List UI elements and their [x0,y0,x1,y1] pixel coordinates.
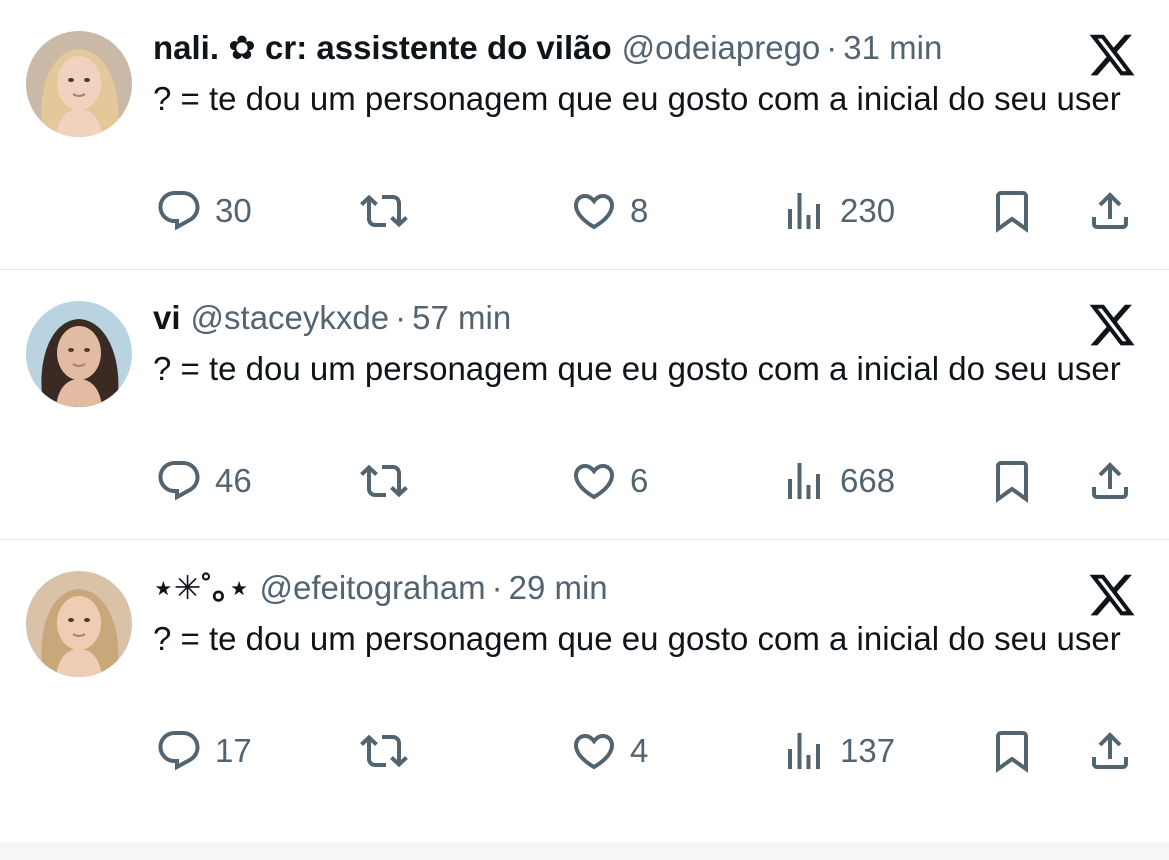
tweet[interactable]: nali. ✿ cr: assistente do vilão @odeiapre… [0,0,1169,270]
tweet-text: ? = te dou um personagem que eu gosto co… [153,620,1121,657]
reply-button[interactable]: 17 [155,726,252,776]
views-button[interactable]: 230 [780,186,895,236]
reply-icon [158,731,200,771]
reply-count: 30 [215,192,252,229]
separator-dot: · [395,299,407,336]
reply-icon [158,461,200,501]
views-count: 230 [840,192,896,229]
separator-dot: · [491,569,503,606]
display-name[interactable]: ⋆✳︎˚｡⋆ [153,569,249,606]
bookmark-icon [996,191,1028,233]
timestamp[interactable]: 57 min [412,299,511,336]
bookmark-button[interactable] [988,456,1036,506]
tweet-header: ⋆✳︎˚｡⋆ @efeitograham · 29 min [153,566,608,610]
heart-icon [573,194,615,230]
reply-button[interactable]: 46 [155,456,252,506]
x-logo-icon [1089,34,1135,76]
reply-count: 46 [215,462,252,499]
like-button[interactable]: 4 [570,726,648,776]
retweet-button[interactable] [360,186,408,236]
tweet[interactable]: vi @staceykxde · 57 min ? = te dou um perso… [0,270,1169,540]
tweet-header: vi @staceykxde · 57 min [153,296,511,340]
bookmark-button[interactable] [988,186,1036,236]
user-handle[interactable]: @efeitograham [259,569,485,606]
tweet[interactable]: ⋆✳︎˚｡⋆ @efeitograham · 29 min ? = te dou um… [0,540,1169,810]
tweet-text: ? = te dou um personagem que eu gosto co… [153,350,1121,387]
bookmark-button[interactable] [988,726,1036,776]
bookmark-icon [996,461,1028,503]
avatar[interactable] [26,31,132,137]
separator-dot: · [826,29,838,66]
views-icon [788,193,820,229]
views-button[interactable]: 668 [780,456,895,506]
retweet-button[interactable] [360,726,408,776]
display-name[interactable]: nali. ✿ cr: assistente do vilão [153,29,612,66]
retweet-icon [360,464,408,498]
share-icon [1092,462,1128,499]
like-count: 4 [630,732,649,769]
views-count: 137 [840,732,896,769]
display-name[interactable]: vi [153,299,181,336]
share-button[interactable] [1086,726,1134,776]
retweet-icon [360,734,408,768]
tweet-actions: 30 8 230 [0,186,1169,236]
bookmark-icon [996,731,1028,773]
like-count: 8 [630,192,649,229]
x-logo-icon [1089,304,1135,346]
views-icon [788,463,820,499]
reply-count: 17 [215,732,252,769]
retweet-button[interactable] [360,456,408,506]
like-button[interactable]: 8 [570,186,648,236]
share-icon [1092,192,1128,229]
avatar-image [26,571,132,677]
timestamp[interactable]: 31 min [843,29,942,66]
tweet-actions: 17 4 137 [0,726,1169,776]
reply-button[interactable]: 30 [155,186,252,236]
avatar[interactable] [26,571,132,677]
user-handle[interactable]: @staceykxde [191,299,390,336]
heart-icon [573,464,615,500]
x-logo-icon [1089,574,1135,616]
share-button[interactable] [1086,456,1134,506]
retweet-icon [360,194,408,228]
avatar[interactable] [26,301,132,407]
share-button[interactable] [1086,186,1134,236]
heart-icon [573,734,615,770]
tweet-actions: 46 6 668 [0,456,1169,506]
reply-icon [158,191,200,231]
like-count: 6 [630,462,649,499]
bottom-strip [0,842,1169,860]
avatar-image [26,31,132,137]
tweet-text: ? = te dou um personagem que eu gosto co… [153,80,1121,117]
views-count: 668 [840,462,896,499]
avatar-image [26,301,132,407]
share-icon [1092,732,1128,769]
like-button[interactable]: 6 [570,456,648,506]
views-icon [788,733,820,769]
tweet-feed: nali. ✿ cr: assistente do vilão @odeiapre… [0,0,1169,810]
views-button[interactable]: 137 [780,726,895,776]
user-handle[interactable]: @odeiaprego [622,29,821,66]
timestamp[interactable]: 29 min [509,569,608,606]
tweet-header: nali. ✿ cr: assistente do vilão @odeiapre… [153,26,942,70]
